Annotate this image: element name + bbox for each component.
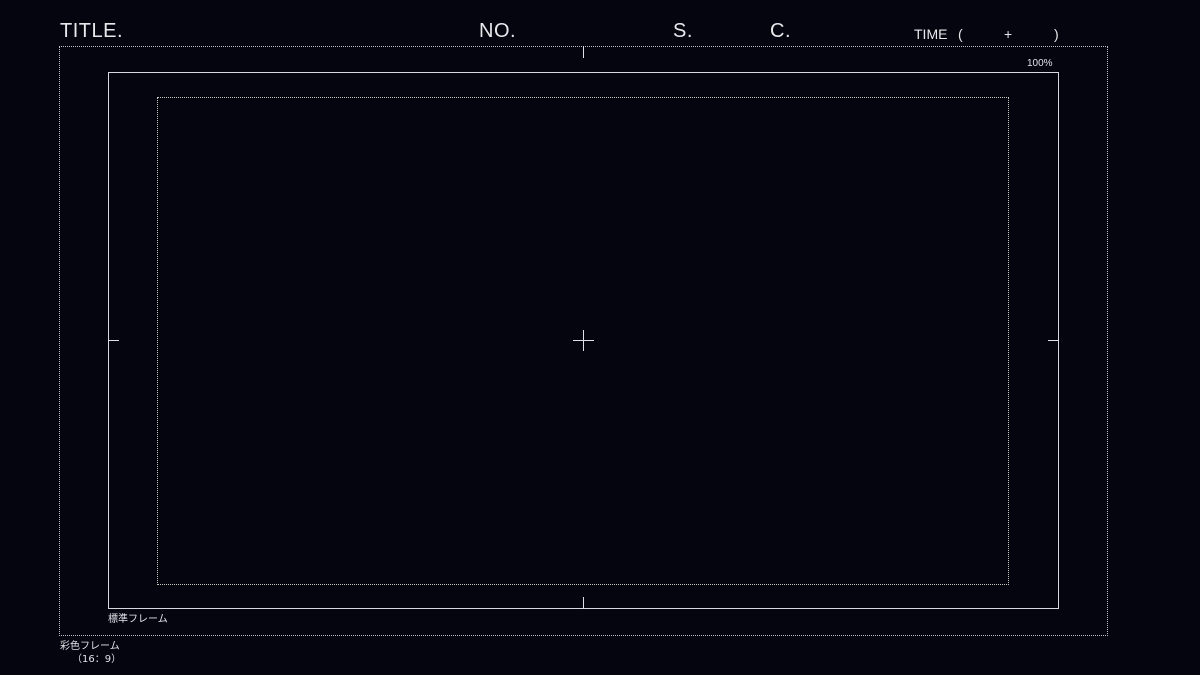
center-tick-top [583, 46, 584, 58]
cut-label: C. [770, 20, 791, 42]
standard-frame-label: 標準フレーム [108, 614, 168, 625]
center-tick-bottom [583, 597, 584, 609]
percent-label: 100% [1027, 58, 1053, 69]
time-open-paren: ( [958, 26, 963, 42]
time-plus-sign: + [1004, 26, 1013, 42]
scene-label: S. [673, 20, 693, 42]
center-tick-right [1048, 340, 1059, 341]
title-label: TITLE. [60, 20, 124, 42]
crosshair-vertical [583, 330, 584, 351]
time-label: TIME [914, 26, 948, 42]
aspect-ratio-label: （16：9） [72, 654, 122, 665]
number-label: NO. [479, 20, 517, 42]
center-tick-left [108, 340, 119, 341]
time-close-paren: ) [1054, 26, 1059, 42]
color-frame-label: 彩色フレーム [60, 641, 120, 652]
